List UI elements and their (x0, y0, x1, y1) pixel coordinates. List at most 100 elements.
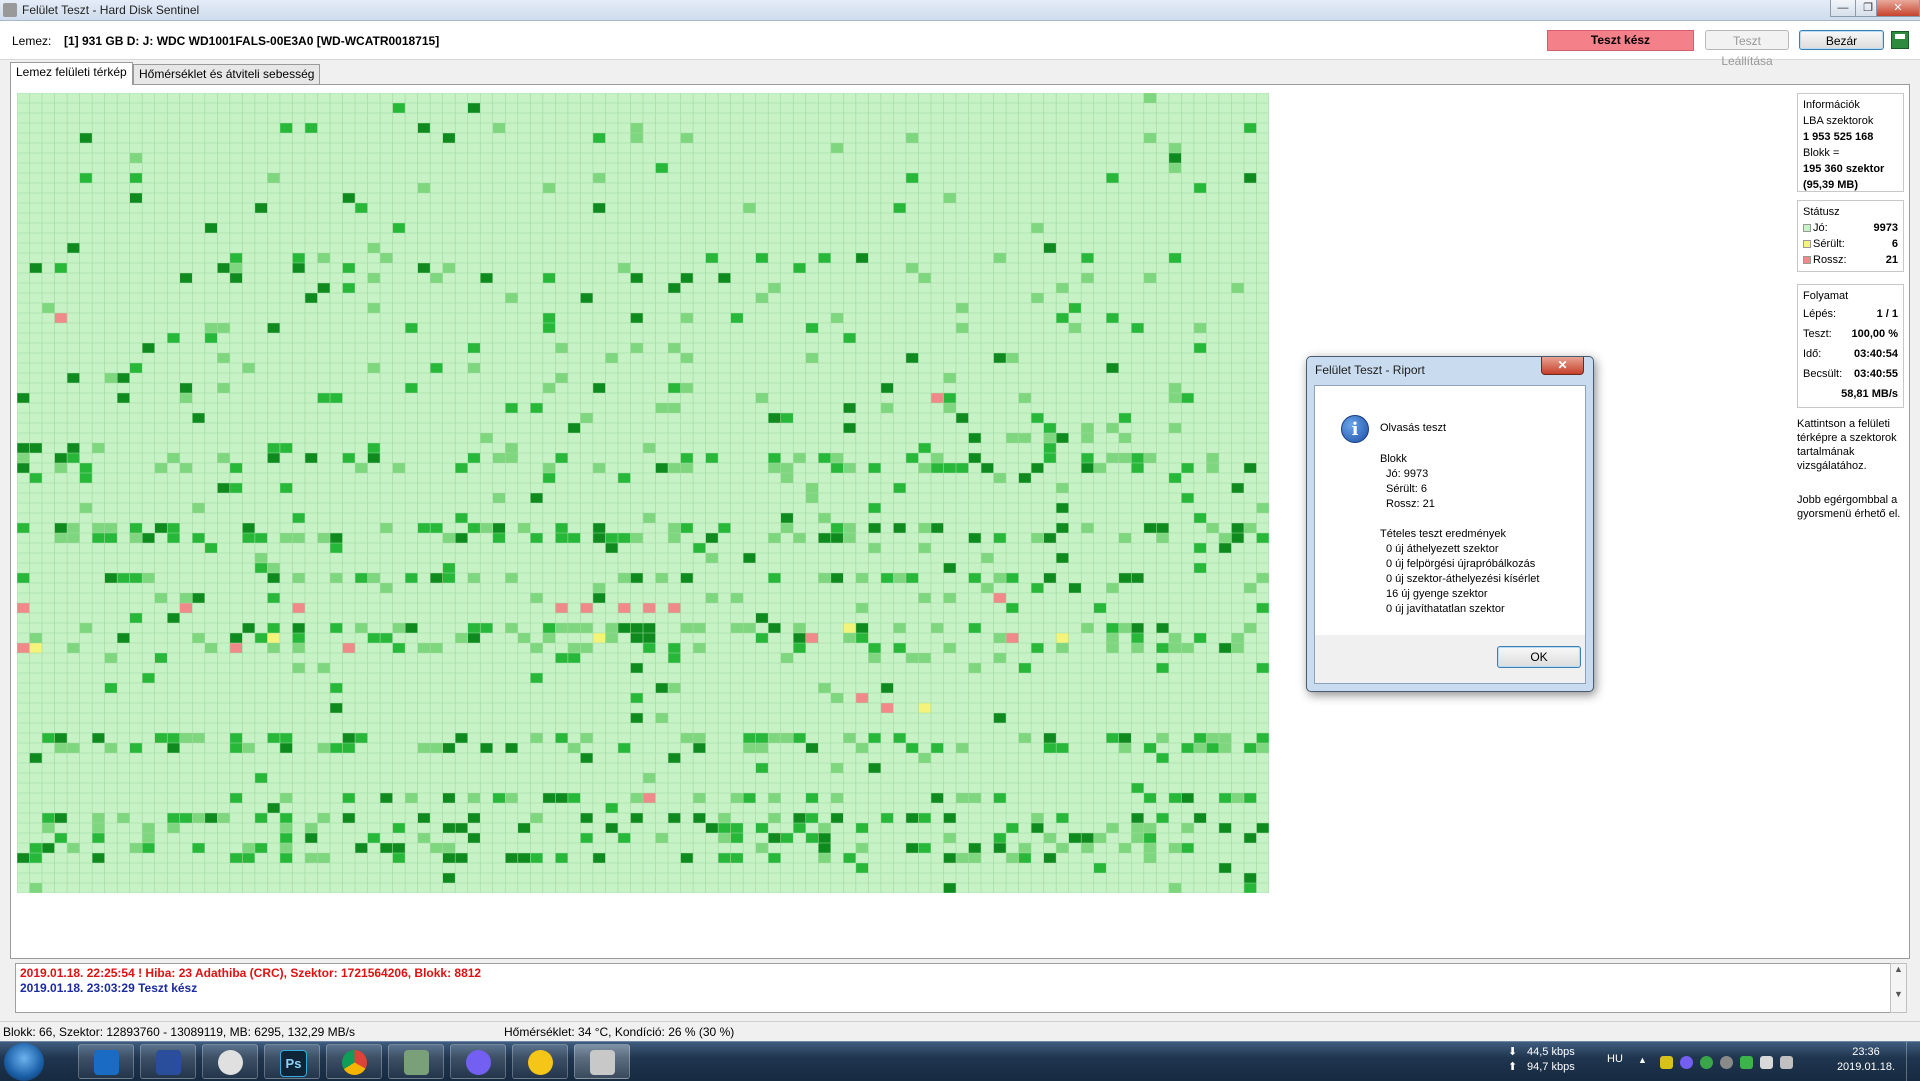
bad-block[interactable] (643, 793, 656, 803)
surface-block[interactable] (793, 263, 806, 273)
surface-block[interactable] (192, 633, 205, 643)
surface-block[interactable] (455, 533, 468, 543)
surface-block[interactable] (517, 853, 531, 863)
surface-block[interactable] (680, 573, 694, 583)
surface-block[interactable] (192, 843, 205, 853)
surface-block[interactable] (668, 403, 681, 413)
surface-block[interactable] (292, 633, 305, 643)
surface-block[interactable] (1056, 643, 1069, 653)
surface-block[interactable] (392, 843, 406, 853)
surface-block[interactable] (505, 793, 518, 803)
surface-block[interactable] (843, 523, 856, 533)
surface-block[interactable] (968, 623, 982, 633)
surface-block[interactable] (142, 343, 155, 353)
surface-block[interactable] (67, 743, 80, 753)
surface-block[interactable] (1168, 383, 1182, 393)
surface-block[interactable] (918, 593, 931, 603)
surface-block[interactable] (868, 763, 881, 773)
surface-block[interactable] (680, 133, 694, 143)
network-tray-icon[interactable] (1720, 1056, 1733, 1069)
surface-block[interactable] (505, 293, 518, 303)
surface-block[interactable] (517, 823, 531, 833)
surface-block[interactable] (267, 593, 280, 603)
surface-block[interactable] (605, 543, 618, 553)
surface-block[interactable] (956, 413, 969, 423)
surface-block[interactable] (567, 743, 581, 753)
surface-block[interactable] (154, 733, 168, 743)
surface-block[interactable] (843, 853, 856, 863)
surface-block[interactable] (1093, 863, 1107, 873)
surface-block[interactable] (430, 743, 443, 753)
surface-block[interactable] (668, 523, 681, 533)
surface-block[interactable] (1256, 733, 1269, 743)
surface-block[interactable] (580, 623, 593, 633)
surface-block[interactable] (242, 523, 255, 533)
surface-block[interactable] (179, 463, 193, 473)
surface-block[interactable] (167, 813, 180, 823)
surface-block[interactable] (956, 303, 969, 313)
surface-block[interactable] (680, 523, 694, 533)
surface-block[interactable] (680, 463, 694, 473)
surface-block[interactable] (605, 623, 618, 633)
surface-block[interactable] (54, 263, 68, 273)
surface-block[interactable] (54, 453, 68, 463)
surface-block[interactable] (680, 853, 694, 863)
surface-block[interactable] (229, 633, 243, 643)
surface-block[interactable] (1243, 743, 1257, 753)
surface-block[interactable] (1243, 463, 1257, 473)
surface-block[interactable] (117, 813, 130, 823)
damaged-block[interactable] (267, 633, 280, 643)
surface-block[interactable] (342, 283, 356, 293)
surface-block[interactable] (1131, 823, 1144, 833)
surface-block[interactable] (1031, 223, 1044, 233)
surface-block[interactable] (1231, 283, 1244, 293)
surface-block[interactable] (905, 453, 919, 463)
surface-block[interactable] (242, 843, 255, 853)
surface-block[interactable] (1143, 453, 1157, 463)
surface-block[interactable] (592, 383, 606, 393)
surface-block[interactable] (805, 833, 819, 843)
surface-block[interactable] (179, 593, 193, 603)
surface-block[interactable] (818, 683, 831, 693)
surface-block[interactable] (1043, 853, 1057, 863)
surface-block[interactable] (768, 813, 781, 823)
surface-block[interactable] (930, 453, 944, 463)
surface-block[interactable] (768, 833, 781, 843)
surface-block[interactable] (292, 263, 305, 273)
surface-block[interactable] (592, 203, 606, 213)
surface-block[interactable] (1181, 643, 1194, 653)
surface-block[interactable] (304, 853, 318, 863)
surface-block[interactable] (567, 793, 581, 803)
surface-block[interactable] (1168, 843, 1182, 853)
surface-block[interactable] (630, 793, 643, 803)
surface-block[interactable] (542, 623, 556, 633)
bad-block[interactable] (617, 603, 631, 613)
surface-block[interactable] (204, 223, 218, 233)
surface-block[interactable] (555, 793, 568, 803)
surface-block[interactable] (430, 523, 443, 533)
surface-block[interactable] (1131, 643, 1144, 653)
surface-block[interactable] (693, 743, 706, 753)
surface-block[interactable] (279, 733, 293, 743)
surface-block[interactable] (1081, 523, 1094, 533)
surface-block[interactable] (480, 523, 493, 533)
surface-block[interactable] (430, 273, 443, 283)
surface-block[interactable] (267, 643, 280, 653)
surface-block[interactable] (342, 453, 356, 463)
surface-block[interactable] (755, 633, 769, 643)
surface-block[interactable] (292, 623, 305, 633)
surface-block[interactable] (167, 733, 180, 743)
surface-block[interactable] (630, 573, 643, 583)
surface-block[interactable] (92, 813, 105, 823)
surface-block[interactable] (417, 643, 431, 653)
surface-block[interactable] (718, 853, 731, 863)
bad-block[interactable] (555, 603, 568, 613)
surface-block[interactable] (693, 643, 706, 653)
surface-block[interactable] (693, 623, 706, 633)
surface-block[interactable] (1218, 643, 1232, 653)
surface-block[interactable] (217, 483, 230, 493)
bad-block[interactable] (229, 643, 243, 653)
surface-block[interactable] (1093, 463, 1107, 473)
surface-block[interactable] (1031, 823, 1044, 833)
surface-block[interactable] (1143, 133, 1157, 143)
